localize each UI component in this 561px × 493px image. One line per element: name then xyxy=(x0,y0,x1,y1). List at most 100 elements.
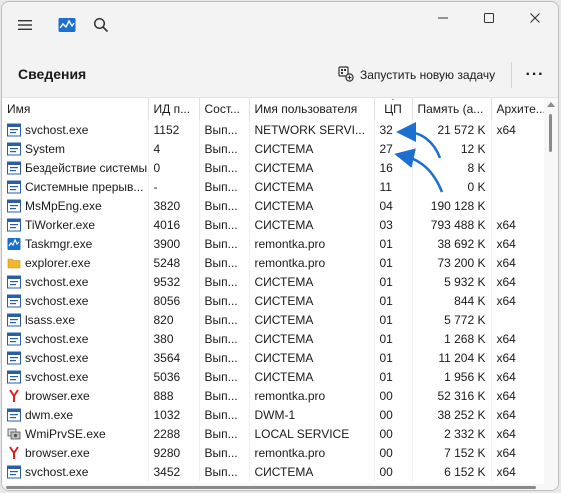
column-header-architecture[interactable]: Архите... xyxy=(491,98,545,120)
process-memory: 38 252 K xyxy=(412,405,492,424)
process-memory: 52 316 K xyxy=(412,386,492,405)
run-new-task-button[interactable]: Запустить новую задачу xyxy=(338,62,495,88)
process-cpu: 01 xyxy=(374,291,413,310)
process-architecture: x64 xyxy=(496,274,516,289)
process-name-cell: browser.exe xyxy=(2,386,149,405)
page-header: Сведения Запустить новую задачу ··· xyxy=(2,52,558,98)
hamburger-menu-icon[interactable] xyxy=(14,14,36,36)
process-cpu: 01 xyxy=(374,367,413,386)
column-header-memory[interactable]: Память (а... xyxy=(412,98,492,120)
process-architecture: x64 xyxy=(496,407,516,422)
table-row[interactable]: svchost.exe 3452 Вып... СИСТЕМА 00 6 152 K x64 xyxy=(2,462,544,481)
process-name: Бездействие системы xyxy=(25,160,148,175)
process-user: СИСТЕМА xyxy=(249,462,375,481)
process-name: svchost.exe xyxy=(25,331,89,346)
table-row[interactable]: dwm.exe 1032 Вып... DWM-1 00 38 252 K x64 xyxy=(2,405,544,424)
minimize-button[interactable] xyxy=(420,2,466,34)
process-architecture: x64 xyxy=(496,369,516,384)
scroll-up-arrow-icon[interactable] xyxy=(547,102,555,107)
process-name: svchost.exe xyxy=(25,293,89,308)
svchost-icon xyxy=(7,465,21,479)
close-button[interactable] xyxy=(512,2,558,34)
process-pid: 3820 xyxy=(148,196,200,215)
table-row[interactable]: svchost.exe 1152 Вып... NETWORK SERVI... 32 2… xyxy=(2,120,544,139)
process-status: Вып... xyxy=(199,329,250,348)
process-memory: 5 772 K xyxy=(412,310,492,329)
column-header-username[interactable]: Имя пользователя xyxy=(249,98,375,120)
process-user: LOCAL SERVICE xyxy=(249,424,375,443)
maximize-button[interactable] xyxy=(466,2,512,34)
process-name: Taskmgr.exe xyxy=(25,236,93,251)
table-row[interactable]: MsMpEng.exe 3820 Вып... СИСТЕМА 04 190 128 K xyxy=(2,196,544,215)
browser-icon xyxy=(7,445,21,460)
process-pid: 1032 xyxy=(148,405,200,424)
process-name: svchost.exe xyxy=(25,369,89,384)
process-name-cell: svchost.exe xyxy=(2,329,149,348)
column-header-name[interactable]: Имя xyxy=(2,98,149,120)
table-row[interactable]: svchost.exe 3564 Вып... СИСТЕМА 01 11 204 K x6… xyxy=(2,348,544,367)
process-name-cell: WmiPrvSE.exe xyxy=(2,424,149,443)
table-row[interactable]: svchost.exe 5036 Вып... СИСТЕМА 01 1 956 K x64 xyxy=(2,367,544,386)
process-status: Вып... xyxy=(199,196,250,215)
process-status: Вып... xyxy=(199,310,250,329)
column-header-status[interactable]: Сост... xyxy=(199,98,250,120)
column-header-cpu[interactable]: ˇ ЦП xyxy=(374,98,413,120)
process-user: remontka.pro xyxy=(249,253,375,272)
process-name: svchost.exe xyxy=(25,274,89,289)
process-name-cell: MsMpEng.exe xyxy=(2,196,149,215)
horizontal-scroll-thumb[interactable] xyxy=(6,486,536,489)
process-user: СИСТЕМА xyxy=(249,177,375,196)
sort-caret-icon: ˇ xyxy=(391,98,395,107)
process-memory: 8 K xyxy=(412,158,492,177)
vertical-scrollbar[interactable] xyxy=(544,98,558,490)
table-row[interactable]: svchost.exe 9532 Вып... СИСТЕМА 01 5 932 K x64 xyxy=(2,272,544,291)
table-row[interactable]: Бездействие системы 0 Вып... СИСТЕМА 16 8 K xyxy=(2,158,544,177)
process-memory: 12 K xyxy=(412,139,492,158)
process-user: remontka.pro xyxy=(249,443,375,462)
process-memory: 0 K xyxy=(412,177,492,196)
page-title: Сведения xyxy=(18,66,87,82)
process-status: Вып... xyxy=(199,424,250,443)
process-memory: 793 488 K xyxy=(412,215,492,234)
wmi-icon xyxy=(7,427,21,441)
process-name-cell: Taskmgr.exe xyxy=(2,234,149,253)
process-architecture xyxy=(491,158,544,177)
svchost-icon xyxy=(7,408,21,422)
svchost-icon xyxy=(7,332,21,346)
table-row[interactable]: explorer.exe 5248 Вып... remontka.pro 01 73 2… xyxy=(2,253,544,272)
process-name: explorer.exe xyxy=(25,255,91,270)
process-status: Вып... xyxy=(199,158,250,177)
process-pid: 9532 xyxy=(148,272,200,291)
table-row[interactable]: Системные прерыв... - Вып... СИСТЕМА 11 0 K xyxy=(2,177,544,196)
process-name-cell: svchost.exe xyxy=(2,348,149,367)
process-name-cell: dwm.exe xyxy=(2,405,149,424)
table-row[interactable]: TiWorker.exe 4016 Вып... СИСТЕМА 03 793 488 K… xyxy=(2,215,544,234)
process-name-cell: Бездействие системы xyxy=(2,158,149,177)
table-row[interactable]: browser.exe 9280 Вып... remontka.pro 00 7 152… xyxy=(2,443,544,462)
process-name: browser.exe xyxy=(25,388,90,403)
table-row[interactable]: System 4 Вып... СИСТЕМА 27 12 K xyxy=(2,139,544,158)
table-row[interactable]: svchost.exe 8056 Вып... СИСТЕМА 01 844 K x64 xyxy=(2,291,544,310)
search-icon[interactable] xyxy=(90,14,112,36)
horizontal-scrollbar[interactable] xyxy=(2,484,544,490)
process-memory: 11 204 K xyxy=(412,348,492,367)
more-options-button[interactable]: ··· xyxy=(520,60,550,90)
process-name-cell: TiWorker.exe xyxy=(2,215,149,234)
table-row[interactable]: browser.exe 888 Вып... remontka.pro 00 52 316… xyxy=(2,386,544,405)
column-header-pid[interactable]: ИД п... xyxy=(148,98,200,120)
process-name: System xyxy=(25,141,66,156)
table-row[interactable]: WmiPrvSE.exe 2288 Вып... LOCAL SERVICE 00 2 3… xyxy=(2,424,544,443)
svchost-icon xyxy=(7,294,21,308)
process-cpu: 00 xyxy=(374,462,413,481)
process-status: Вып... xyxy=(199,405,250,424)
process-cpu: 01 xyxy=(374,348,413,367)
process-memory: 844 K xyxy=(412,291,492,310)
table-row[interactable]: lsass.exe 820 Вып... СИСТЕМА 01 5 772 K xyxy=(2,310,544,329)
process-user: СИСТЕМА xyxy=(249,272,375,291)
table-row[interactable]: Taskmgr.exe 3900 Вып... remontka.pro 01 38 69… xyxy=(2,234,544,253)
process-architecture: x64 xyxy=(496,350,516,365)
vertical-scroll-thumb[interactable] xyxy=(549,114,552,152)
table-row[interactable]: svchost.exe 380 Вып... СИСТЕМА 01 1 268 K x64 xyxy=(2,329,544,348)
process-cpu: 03 xyxy=(374,215,413,234)
process-cpu: 27 xyxy=(374,139,413,158)
